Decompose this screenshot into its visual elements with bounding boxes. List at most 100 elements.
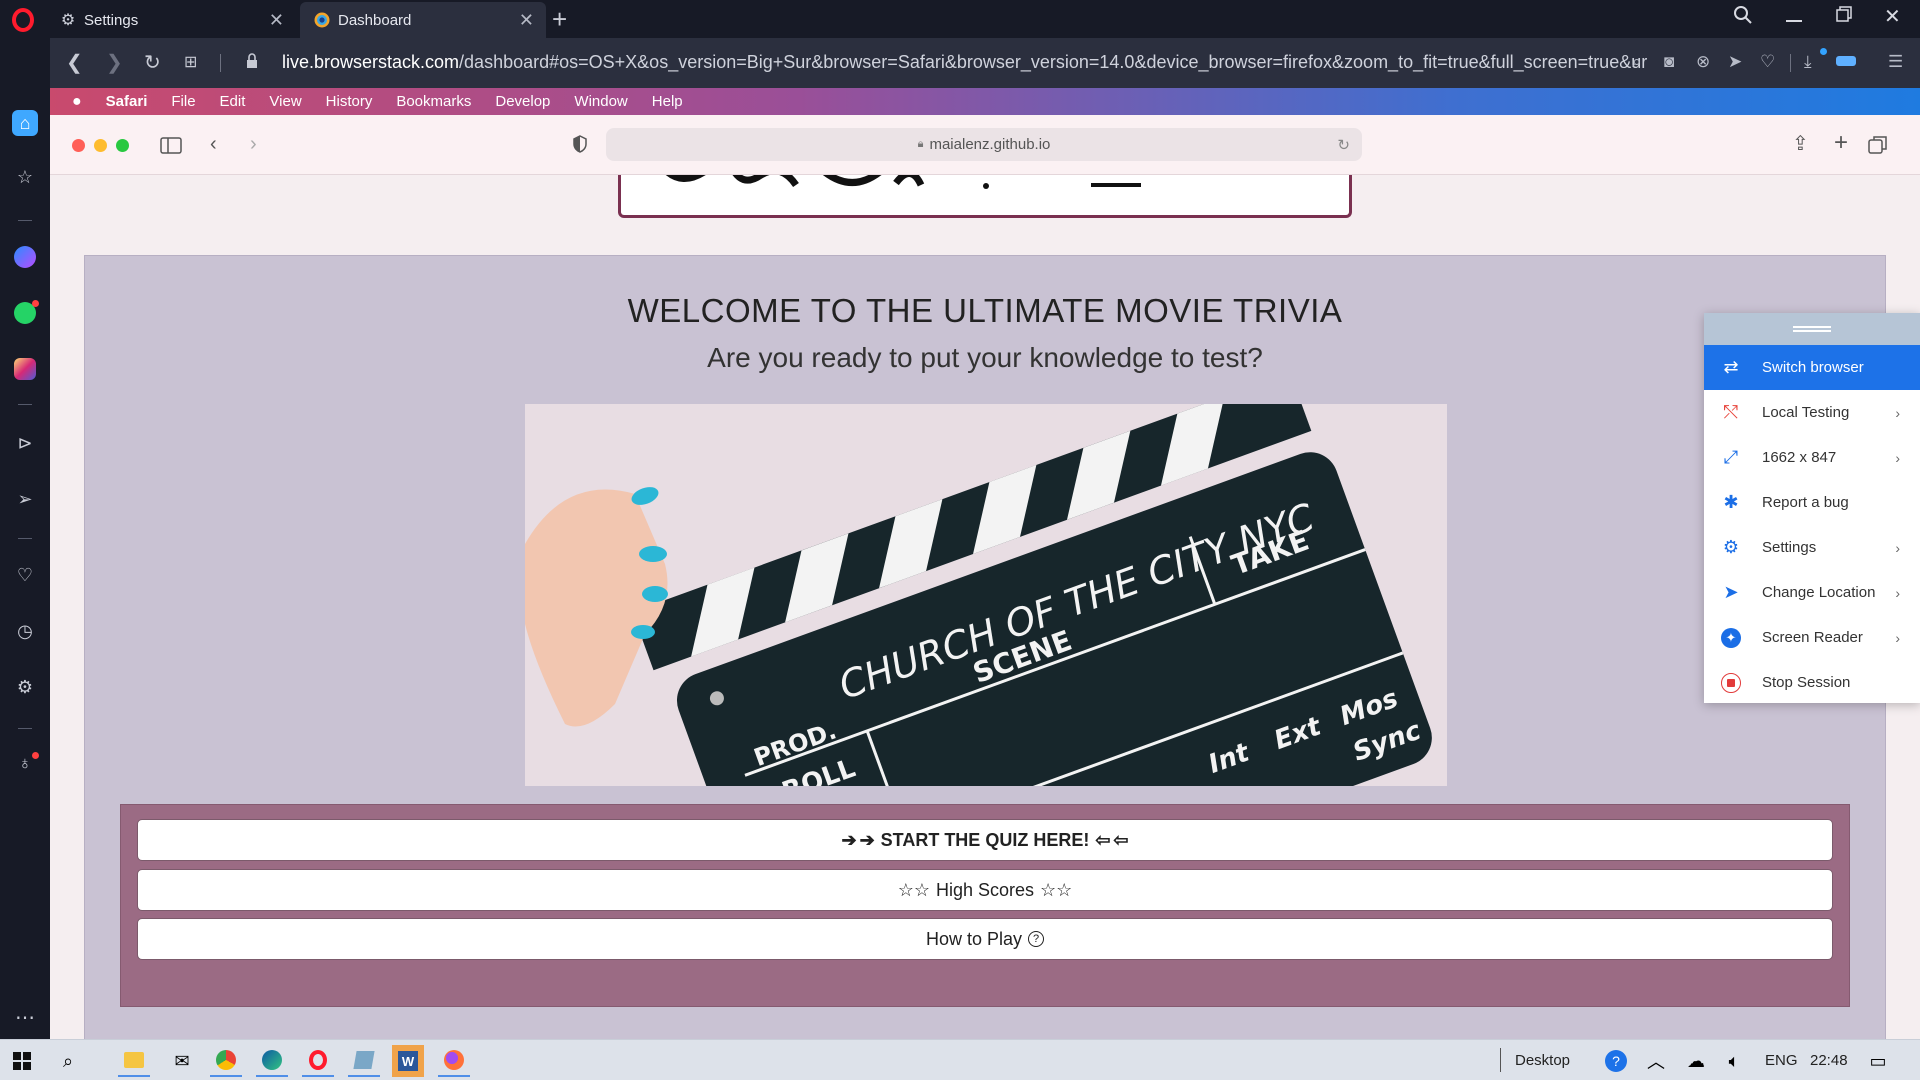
menu-edit[interactable]: Edit — [220, 93, 246, 110]
settings-label: Settings — [1762, 539, 1817, 556]
more-icon[interactable]: ⋯ — [12, 1004, 38, 1030]
switch-browser-button[interactable]: ⇄ Switch browser — [1704, 345, 1920, 390]
safari-address-field[interactable]: 🔒︎ maialenz.github.io ↻ — [606, 128, 1362, 161]
close-light-icon[interactable] — [72, 139, 85, 152]
arrow-right-circle-icon: ➔ — [841, 829, 857, 850]
menu-view[interactable]: View — [269, 93, 301, 110]
sidebar-toggle-icon[interactable] — [160, 137, 182, 159]
adblock-icon[interactable]: ⊗ — [1696, 52, 1710, 72]
apple-icon[interactable]: ● — [72, 93, 82, 111]
report-bug-button[interactable]: ✱ Report a bug — [1704, 480, 1920, 525]
star-icon[interactable]: ☆ — [12, 164, 38, 190]
close-tab-icon[interactable]: ✕ — [519, 10, 534, 31]
high-scores-button[interactable]: ☆☆ High Scores ☆☆ — [137, 869, 1833, 911]
local-testing-button[interactable]: ⤲ Local Testing › — [1704, 390, 1920, 435]
back-icon[interactable]: ❮ — [66, 50, 83, 75]
reload-icon[interactable]: ↻ — [1337, 136, 1350, 154]
player-icon[interactable]: ⊳ — [12, 430, 38, 456]
clock[interactable]: 22:48 — [1810, 1052, 1848, 1069]
close-tab-icon[interactable]: ✕ — [269, 10, 284, 31]
menu-bookmarks[interactable]: Bookmarks — [396, 93, 471, 110]
divider — [1790, 54, 1791, 72]
how-to-play-button[interactable]: How to Play ? — [137, 918, 1833, 960]
close-window-icon[interactable]: ✕ — [1884, 4, 1901, 29]
history-icon[interactable]: ◷ — [12, 618, 38, 644]
local-testing-icon: ⤲ — [1723, 402, 1739, 422]
safari-back-icon[interactable]: ‹ — [210, 133, 217, 156]
tab-settings[interactable]: ⚙ Settings ✕ — [46, 2, 296, 38]
tab-dashboard[interactable]: Dashboard ✕ — [300, 2, 546, 38]
resolution-button[interactable]: ⤢ 1662 x 847 › — [1704, 435, 1920, 480]
menu-file[interactable]: File — [171, 93, 195, 110]
chevron-right-icon: › — [1895, 404, 1900, 421]
instagram-icon[interactable] — [12, 356, 38, 382]
clapperboard-image: CHURCH OF THE CITY NYC PROD. ROLL SCENE … — [525, 404, 1447, 786]
opera-icon[interactable] — [302, 1045, 334, 1077]
edge-icon[interactable] — [256, 1045, 288, 1077]
menu-buttons-frame: ➔ ➔ START THE QUIZ HERE! ⇦ ⇦ ☆☆ High Sco… — [120, 804, 1850, 1007]
bug-icon: ✱ — [1723, 492, 1739, 512]
stop-session-button[interactable]: Stop Session — [1704, 660, 1920, 705]
camera-icon[interactable]: ◙ — [1664, 52, 1674, 72]
easy-setup-icon[interactable]: ☰ — [1888, 52, 1903, 72]
menu-safari[interactable]: Safari — [106, 93, 148, 110]
menu-help[interactable]: Help — [652, 93, 683, 110]
clapperboard-illustration: CHURCH OF THE CITY NYC PROD. ROLL SCENE … — [525, 404, 1447, 786]
help-icon[interactable]: ? — [1600, 1045, 1632, 1077]
battery-icon[interactable] — [1836, 56, 1856, 66]
heart-icon[interactable]: ♡ — [12, 562, 38, 588]
lock-icon: 🔒︎ — [917, 138, 924, 150]
send-icon[interactable]: ➤ — [1728, 52, 1742, 72]
download-icon[interactable]: ⤓ — [1804, 52, 1812, 72]
messenger-icon[interactable] — [12, 244, 38, 270]
mail-icon[interactable]: ✉ — [166, 1045, 198, 1077]
search-icon[interactable]: ⌕ — [52, 1045, 84, 1077]
opera-logo-icon[interactable] — [12, 8, 34, 32]
file-explorer-icon[interactable] — [118, 1045, 150, 1077]
search-icon[interactable] — [1734, 6, 1752, 29]
volume-icon[interactable]: 🔈︎ — [1718, 1045, 1750, 1077]
safari-forward-icon[interactable]: › — [250, 133, 257, 156]
desktop-toolbar-label[interactable]: Desktop — [1515, 1052, 1570, 1069]
menu-window[interactable]: Window — [574, 93, 627, 110]
forward-icon[interactable]: ❯ — [106, 50, 123, 75]
minimize-icon[interactable] — [1786, 10, 1802, 22]
tab-grid-icon[interactable]: ⊞ — [184, 52, 197, 72]
notifications-icon[interactable]: ▭ — [1862, 1045, 1894, 1077]
flow-icon[interactable]: ➢ — [12, 486, 38, 512]
tab-dashboard-label: Dashboard — [338, 11, 412, 29]
privacy-shield-icon[interactable] — [573, 135, 587, 158]
restore-icon[interactable] — [1836, 6, 1852, 27]
share-icon[interactable]: ⇪ — [1792, 131, 1809, 156]
high-scores-label: High Scores — [935, 879, 1035, 900]
language-indicator[interactable]: ENG — [1765, 1052, 1798, 1069]
accessibility-icon: ✦ — [1720, 627, 1742, 648]
onedrive-icon[interactable]: ☁ — [1680, 1045, 1712, 1077]
report-bug-label: Report a bug — [1762, 494, 1849, 511]
settings-button[interactable]: ⚙ Settings › — [1704, 525, 1920, 570]
home-icon[interactable]: ⌂ — [12, 110, 38, 136]
new-tab-icon[interactable]: + — [552, 4, 567, 35]
heart-icon[interactable]: ♡ — [1760, 52, 1775, 72]
chrome-icon[interactable] — [210, 1045, 242, 1077]
settings-icon[interactable]: ⚙ — [12, 674, 38, 700]
notepad-icon[interactable] — [348, 1045, 380, 1077]
windows-start-icon[interactable] — [6, 1045, 38, 1077]
word-icon[interactable]: W — [392, 1045, 424, 1077]
change-location-button[interactable]: ➤ Change Location › — [1704, 570, 1920, 615]
tab-overview-icon[interactable] — [1868, 135, 1888, 160]
new-tab-icon[interactable]: + — [1834, 129, 1848, 157]
screen-reader-button[interactable]: ✦ Screen Reader › — [1704, 615, 1920, 660]
search-page-icon[interactable]: ⌕ — [1632, 52, 1642, 72]
chevron-up-icon[interactable]: ︿ — [1640, 1045, 1672, 1077]
minimize-light-icon[interactable] — [94, 139, 107, 152]
url-input[interactable]: live.browserstack.com/dashboard#os=OS+X&… — [282, 52, 1662, 73]
drag-handle[interactable] — [1704, 313, 1920, 345]
start-quiz-button[interactable]: ➔ ➔ START THE QUIZ HERE! ⇦ ⇦ — [137, 819, 1833, 861]
menu-history[interactable]: History — [326, 93, 373, 110]
firefox-icon[interactable] — [438, 1045, 470, 1077]
zoom-light-icon[interactable] — [116, 139, 129, 152]
menu-develop[interactable]: Develop — [495, 93, 550, 110]
reload-icon[interactable]: ↻ — [144, 50, 161, 75]
browserstack-panel: ⇄ Switch browser ⤲ Local Testing › ⤢ 166… — [1704, 313, 1920, 703]
